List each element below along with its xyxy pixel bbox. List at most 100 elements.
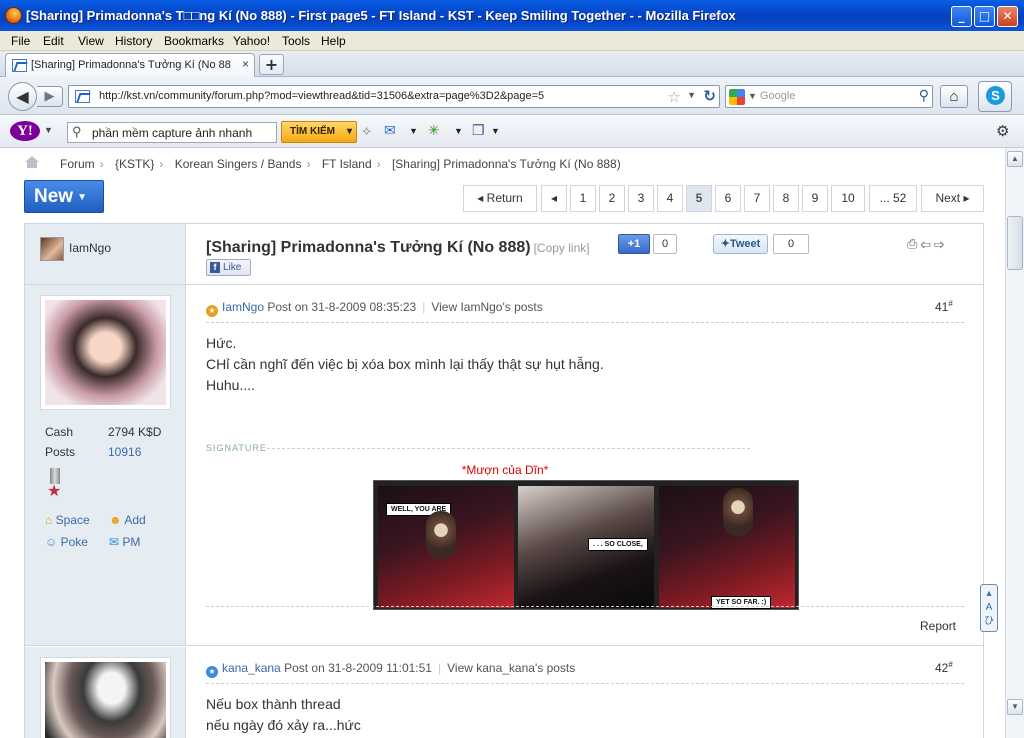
avatar[interactable] <box>40 237 64 261</box>
print-icon[interactable]: ⎙ <box>907 236 920 251</box>
thread-author[interactable]: IamNgo <box>69 241 111 255</box>
new-thread-button[interactable]: New ▼ <box>24 180 104 213</box>
gear-icon[interactable]: ⚙ <box>996 122 1009 140</box>
online-star-icon: ★ <box>206 666 218 678</box>
post-floor[interactable]: 41# <box>935 299 953 314</box>
post-author[interactable]: IamNgo <box>222 300 264 314</box>
scroll-thumb[interactable] <box>1007 216 1023 270</box>
mail-icon[interactable]: ✉ <box>384 122 396 139</box>
page-8[interactable]: 8 <box>773 185 799 212</box>
return-button[interactable]: ◂ Return <box>463 185 537 212</box>
minimize-button[interactable]: _ <box>951 6 972 27</box>
google-plus-button[interactable]: +1 <box>618 234 650 254</box>
forward-button[interactable]: ▶ <box>37 86 63 107</box>
back-button[interactable]: ◀ <box>8 82 37 111</box>
avatar[interactable] <box>40 295 171 410</box>
prev-page-button[interactable]: ◂ <box>541 185 567 212</box>
search-placeholder[interactable]: Google <box>760 90 795 102</box>
return-label: Return <box>486 191 523 205</box>
post-41: Cash 2794 K$D Posts 10916 ★ ⌂ Space ☻ Ad… <box>25 285 983 646</box>
vertical-scrollbar[interactable]: ▲ ▼ <box>1005 148 1024 738</box>
divider <box>206 606 964 607</box>
breadcrumb-thread[interactable]: [Sharing] Primadonna's Tưởng Kí (No 888) <box>392 157 621 171</box>
avatar[interactable] <box>40 657 171 738</box>
chevron-down-icon[interactable]: ▼ <box>748 91 757 101</box>
view-author-posts[interactable]: View kana_kana's posts <box>447 661 575 675</box>
url-bar[interactable]: http://kst.vn/community/forum.php?mod=vi… <box>68 85 720 108</box>
search-icon[interactable]: ⚲ <box>919 87 929 104</box>
next-page-button[interactable]: Next ▸ <box>921 185 984 212</box>
new-tab-button[interactable]: + <box>259 54 284 75</box>
tab-close-icon[interactable]: × <box>242 57 249 71</box>
maximize-button[interactable]: □ <box>974 6 995 27</box>
home-button[interactable]: ⌂ <box>940 85 968 108</box>
yahoo-search-button[interactable]: TÌM KIẾM <box>281 121 357 143</box>
page-1[interactable]: 1 <box>570 185 596 212</box>
chevron-down-icon[interactable]: ▼ <box>454 126 463 136</box>
chevron-down-icon[interactable]: ▼ <box>491 126 500 136</box>
page-9[interactable]: 9 <box>802 185 828 212</box>
page-5-current[interactable]: 5 <box>686 185 712 212</box>
breadcrumb-forum[interactable]: Forum <box>60 157 95 171</box>
post-author[interactable]: kana_kana <box>222 661 281 675</box>
menu-view[interactable]: View <box>78 34 104 48</box>
scroll-down-icon[interactable]: ▼ <box>1007 699 1023 715</box>
chevron-down-icon[interactable]: ▼ <box>44 125 53 135</box>
add-friend-link[interactable]: ☻ Add <box>109 513 146 527</box>
meta-separator: | <box>437 661 442 675</box>
pages-icon[interactable]: ❐ <box>472 122 485 139</box>
scroll-up-icon[interactable]: ▲ <box>1007 151 1023 167</box>
menu-yahoo[interactable]: Yahoo! <box>233 34 270 48</box>
search-bar[interactable]: ▼ Google ⚲ <box>725 85 933 108</box>
copy-link[interactable]: [Copy link] <box>534 241 590 255</box>
prev-thread-icon[interactable]: ⇦ <box>920 236 933 251</box>
report-link[interactable]: Report <box>920 619 956 633</box>
yahoo-search-input[interactable]: ⚲ phần mềm capture ảnh nhanh <box>67 122 277 143</box>
skype-icon[interactable] <box>978 81 1012 112</box>
page-7[interactable]: 7 <box>744 185 770 212</box>
chevron-down-icon[interactable]: ▼ <box>409 126 418 136</box>
bookmark-star-icon[interactable]: ☆ <box>668 88 681 106</box>
chevron-down-icon[interactable]: ▼ <box>687 90 696 100</box>
yahoo-search-value[interactable]: phần mềm capture ảnh nhanh <box>92 126 252 140</box>
menu-help[interactable]: Help <box>321 34 346 48</box>
reload-icon[interactable]: ↻ <box>703 87 716 105</box>
widget-icon[interactable]: ✳ <box>428 122 440 139</box>
title-bar: [Sharing] Primadonna's T□□ng Kí (No 888)… <box>0 0 1024 31</box>
next-thread-icon[interactable]: ⇨ <box>934 236 947 251</box>
breadcrumb-korean-singers[interactable]: Korean Singers / Bands <box>175 157 302 171</box>
yahoo-logo[interactable]: Y! <box>10 121 40 141</box>
home-icon[interactable] <box>24 156 40 169</box>
posts-value[interactable]: 10916 <box>108 445 141 459</box>
page-last[interactable]: ... 52 <box>869 185 917 212</box>
floor-hash: # <box>948 299 953 308</box>
menu-file[interactable]: File <box>11 34 30 48</box>
close-button[interactable]: ✕ <box>997 6 1018 27</box>
add-label: Add <box>124 513 146 527</box>
divider <box>267 448 750 449</box>
space-link[interactable]: ⌂ Space <box>45 513 90 527</box>
pm-link[interactable]: ✉ PM <box>109 535 140 549</box>
poke-link[interactable]: ☺ Poke <box>45 535 88 549</box>
tweet-button[interactable]: ✦Tweet <box>713 234 768 254</box>
menu-bookmarks[interactable]: Bookmarks <box>164 34 224 48</box>
breadcrumb-ft-island[interactable]: FT Island <box>322 157 372 171</box>
scroll-to-top-button[interactable]: ▴ A ひ <box>980 584 998 632</box>
page-10[interactable]: 10 <box>831 185 865 212</box>
post-author-sidebar: Cash 2794 K$D Posts 10916 ★ ⌂ Space ☻ Ad… <box>25 285 186 645</box>
facebook-like-button[interactable]: f Like <box>206 259 251 276</box>
view-author-posts[interactable]: View IamNgo's posts <box>431 300 542 314</box>
page-4[interactable]: 4 <box>657 185 683 212</box>
menu-edit[interactable]: Edit <box>43 34 64 48</box>
breadcrumb-kstk[interactable]: {KSTK} <box>115 157 154 171</box>
page-6[interactable]: 6 <box>715 185 741 212</box>
url-text[interactable]: http://kst.vn/community/forum.php?mod=vi… <box>99 90 544 102</box>
post-floor[interactable]: 42# <box>935 660 953 675</box>
page-3[interactable]: 3 <box>628 185 654 212</box>
divider <box>206 322 964 323</box>
menu-tools[interactable]: Tools <box>282 34 310 48</box>
page-2[interactable]: 2 <box>599 185 625 212</box>
google-icon[interactable] <box>729 89 745 105</box>
tab-active[interactable]: [Sharing] Primadonna's Tưởng Kí (No 888)… <box>5 53 255 77</box>
menu-history[interactable]: History <box>115 34 152 48</box>
